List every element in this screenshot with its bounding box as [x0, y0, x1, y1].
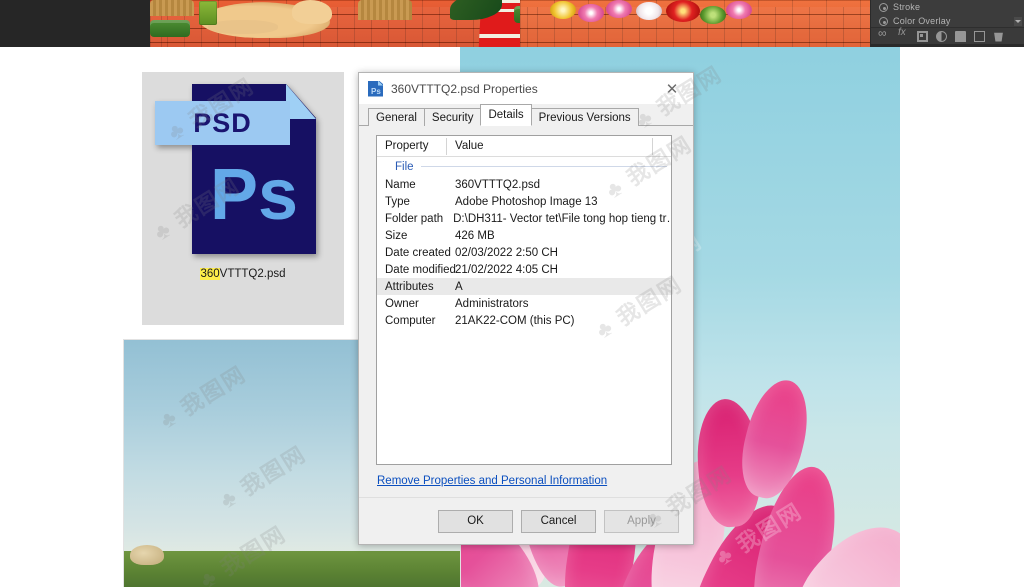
tab-details[interactable]: Details [480, 104, 532, 126]
group-rule [420, 166, 667, 167]
effect-label: Stroke [893, 2, 921, 12]
column-header-property[interactable]: Property [377, 140, 446, 152]
effect-label: Color Overlay [893, 16, 951, 26]
property-name: Size [385, 229, 408, 242]
dialog-content: Property Value File Name 360VTTTQ2.psd T… [359, 126, 693, 497]
psd-icon-ribbon: PSD [155, 101, 290, 145]
property-value[interactable]: 21AK22-COM (this PC) [446, 315, 575, 327]
property-name: Date created [385, 246, 451, 259]
scroll-down-arrow-icon[interactable] [1014, 17, 1022, 26]
group-label: File [395, 160, 414, 173]
psd-icon-corner-fold [286, 84, 316, 119]
property-value[interactable]: Administrators [446, 298, 529, 310]
close-icon[interactable]: ✕ [651, 73, 693, 104]
property-name: Name [385, 178, 416, 191]
property-value[interactable]: 21/02/2022 4:05 CH [446, 264, 558, 276]
property-group-file: File [377, 157, 671, 176]
bamboo-stack [199, 1, 217, 25]
dialog-button-bar: OK Cancel Apply [359, 497, 693, 544]
visibility-eye-icon[interactable] [879, 2, 888, 12]
table-row[interactable]: Size 426 MB [377, 227, 671, 244]
grass-field [124, 551, 460, 587]
foreground-rock [130, 545, 164, 565]
layers-panel-toolbar [871, 26, 1024, 44]
psd-filename-label: 360VTTTQ2.psd [142, 268, 344, 280]
layer-effects-list: Stroke Color Overlay [871, 0, 1024, 30]
ok-button[interactable]: OK [438, 509, 513, 533]
table-row[interactable]: Name 360VTTTQ2.psd [377, 176, 671, 193]
psd-icon-ps-letters: Ps [209, 155, 299, 235]
canvas-dark-area [0, 0, 150, 47]
dialog-title: 360VTTTQ2.psd Properties [391, 81, 538, 96]
table-row[interactable]: Owner Administrators [377, 295, 671, 312]
property-name: Computer [385, 314, 436, 327]
tet-bricks-right [520, 0, 870, 47]
property-name: Type [385, 195, 410, 208]
table-row[interactable]: Folder path D:\DH311- Vector tet\File to… [377, 210, 671, 227]
table-row[interactable]: Type Adobe Photoshop Image 13 [377, 193, 671, 210]
property-value[interactable]: A [446, 281, 463, 293]
tab-general[interactable]: General [368, 108, 425, 126]
apply-button: Apply [604, 509, 679, 533]
psd-file-icon[interactable]: Ps PSD [155, 84, 316, 254]
new-group-icon[interactable] [955, 30, 966, 42]
property-name: Attributes [385, 280, 434, 293]
remove-properties-link[interactable]: Remove Properties and Personal Informati… [377, 475, 607, 487]
adjustment-layer-icon[interactable] [936, 30, 947, 42]
property-value[interactable]: 02/03/2022 2:50 CH [446, 247, 558, 259]
file-properties-dialog: Ps 360VTTTQ2.psd Properties ✕ General Se… [358, 72, 694, 545]
table-row[interactable]: Computer 21AK22-COM (this PC) [377, 312, 671, 329]
new-layer-icon[interactable] [974, 30, 985, 42]
dog-illustration [200, 0, 332, 38]
delete-layer-icon[interactable] [994, 32, 1003, 42]
property-list-header: Property Value [377, 136, 671, 157]
property-name: Folder path [385, 212, 444, 225]
watermark: ♣ 我图网 [155, 361, 251, 434]
link-layers-icon[interactable] [878, 26, 890, 42]
property-name: Date modified [385, 263, 456, 276]
property-name: Owner [385, 297, 419, 310]
dialog-titlebar[interactable]: Ps 360VTTTQ2.psd Properties ✕ [359, 73, 693, 104]
psd-file-preview-panel: Ps PSD 360VTTTQ2.psd ♣ 我图网 ♣ 我图网 [142, 72, 344, 325]
property-value[interactable]: 360VTTTQ2.psd [446, 179, 540, 191]
table-row[interactable]: Date created 02/03/2022 2:50 CH [377, 244, 671, 261]
photoshop-canvas-strip: Stroke Color Overlay [0, 0, 1024, 47]
panel-edge [871, 44, 1024, 47]
psd-file-icon-small: Ps [368, 80, 383, 97]
effect-row[interactable]: Stroke [871, 0, 1024, 14]
property-value[interactable]: 426 MB [446, 230, 495, 242]
filename-highlighted-part: 360 [200, 268, 220, 280]
column-header-value[interactable]: Value [446, 140, 484, 152]
watermark: ♣ 我图网 [215, 441, 311, 514]
table-row[interactable]: Attributes A [377, 278, 671, 295]
property-value[interactable]: D:\DH311- Vector tet\File tong hop tieng… [444, 213, 671, 225]
property-value[interactable]: Adobe Photoshop Image 13 [446, 196, 598, 208]
tab-security[interactable]: Security [423, 108, 482, 126]
add-mask-icon[interactable] [917, 30, 928, 42]
tab-strip: General Security Details Previous Versio… [359, 104, 693, 126]
property-list[interactable]: Property Value File Name 360VTTTQ2.psd T… [376, 135, 672, 465]
effect-row[interactable]: Color Overlay [871, 14, 1024, 28]
fx-icon[interactable] [898, 27, 909, 42]
psd-ribbon-label: PSD [193, 107, 252, 138]
tab-previous-versions[interactable]: Previous Versions [530, 108, 639, 126]
visibility-eye-icon[interactable] [879, 16, 888, 26]
table-row[interactable]: Date modified 21/02/2022 4:05 CH [377, 261, 671, 278]
photoshop-layers-panel: Stroke Color Overlay [870, 0, 1024, 47]
cancel-button[interactable]: Cancel [521, 509, 596, 533]
filename-rest: VTTTQ2.psd [219, 268, 286, 280]
